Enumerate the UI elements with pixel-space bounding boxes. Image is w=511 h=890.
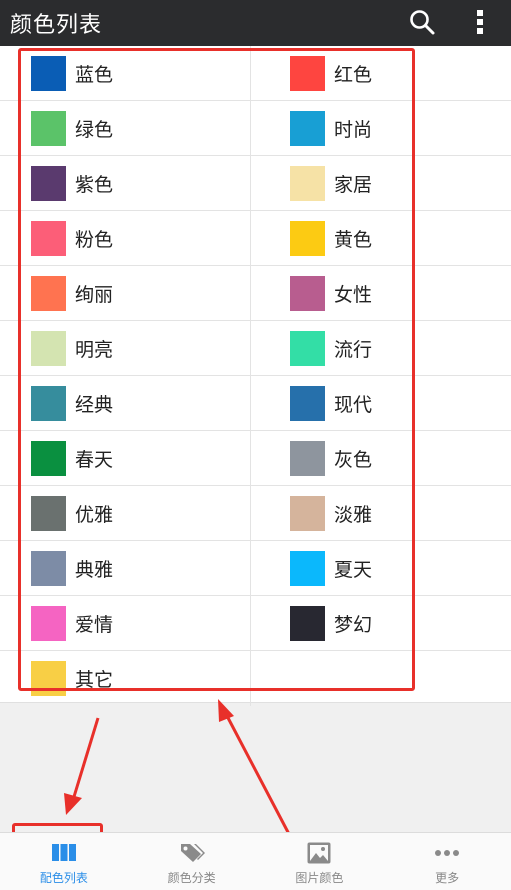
- tags-icon: [180, 844, 205, 862]
- annotation-box-list: [18, 48, 415, 691]
- more-horiz-icon: [435, 850, 460, 856]
- tab-color-list[interactable]: 配色列表: [0, 833, 128, 890]
- tab-label: 颜色分类: [167, 871, 216, 885]
- tab-color-category[interactable]: 颜色分类: [128, 833, 256, 890]
- search-icon[interactable]: [408, 8, 436, 36]
- tab-image-color[interactable]: 图片颜色: [256, 833, 384, 890]
- bottom-navigation: 配色列表 颜色分类 图片颜色 更多: [0, 832, 511, 890]
- app-bar: 颜色列表: [0, 0, 511, 46]
- tab-more[interactable]: 更多: [383, 833, 511, 890]
- tab-label: 更多: [435, 871, 460, 885]
- arrow-to-tab: [71, 717, 100, 801]
- image-icon: [307, 842, 331, 864]
- tab-label: 图片颜色: [295, 871, 344, 885]
- more-vert-icon[interactable]: [470, 7, 490, 37]
- app-screen: 颜色列表 蓝色 红色 绿色 时尚 紫色 家居 粉色 黄色 绚丽 女性 明亮 流行…: [0, 0, 511, 890]
- arrow-to-list: [224, 713, 292, 837]
- arrow-to-tab-head: [64, 793, 82, 815]
- page-title: 颜色列表: [10, 13, 103, 38]
- tab-label: 配色列表: [39, 871, 88, 885]
- columns-icon: [51, 844, 76, 861]
